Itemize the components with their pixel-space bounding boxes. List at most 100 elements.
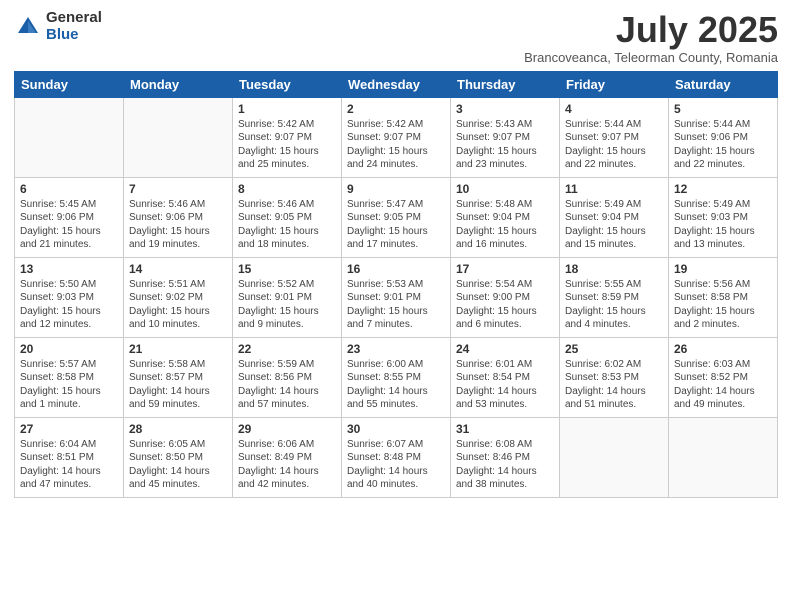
calendar-cell: 11 Sunrise: 5:49 AM Sunset: 9:04 PM Dayli… — [560, 177, 669, 257]
weekday-header-monday: Monday — [124, 71, 233, 97]
day-detail: Sunrise: 6:08 AM Sunset: 8:46 PM Dayligh… — [456, 438, 554, 492]
day-detail: Sunrise: 5:44 AM Sunset: 9:07 PM Dayligh… — [565, 118, 663, 172]
day-number: 11 — [565, 182, 663, 196]
calendar-week-3: 13Sunrise: 5:50 AM Sunset: 9:03 PM Dayli… — [15, 257, 778, 337]
calendar-cell — [124, 97, 233, 177]
day-number: 27 — [20, 422, 118, 436]
day-detail: Sunrise: 5:45 AM Sunset: 9:06 PM Dayligh… — [20, 198, 118, 252]
calendar-cell: 4 Sunrise: 5:44 AM Sunset: 9:07 PM Daylig… — [560, 97, 669, 177]
calendar-cell: 19 Sunrise: 5:56 AM Sunset: 8:58 PM Dayli… — [669, 257, 778, 337]
day-number: 1 — [238, 102, 336, 116]
day-detail: Sunrise: 5:59 AM Sunset: 8:56 PM Dayligh… — [238, 358, 336, 412]
day-detail: Sunrise: 6:00 AM Sunset: 8:55 PM Dayligh… — [347, 358, 445, 412]
day-detail: Sunrise: 5:54 AM Sunset: 9:00 PM Dayligh… — [456, 278, 554, 332]
page-header: General Blue July 2025 Brancoveanca, Tel… — [14, 10, 778, 65]
logo-blue: Blue — [46, 27, 102, 44]
calendar-cell — [669, 417, 778, 497]
day-number: 5 — [674, 102, 772, 116]
calendar-cell: 23 Sunrise: 6:00 AM Sunset: 8:55 PM Dayli… — [342, 337, 451, 417]
calendar-cell — [15, 97, 124, 177]
calendar-cell: 1 Sunrise: 5:42 AM Sunset: 9:07 PM Daylig… — [233, 97, 342, 177]
title-block: July 2025 Brancoveanca, Teleorman County… — [524, 10, 778, 65]
day-number: 23 — [347, 342, 445, 356]
location: Brancoveanca, Teleorman County, Romania — [524, 50, 778, 65]
day-detail: Sunrise: 6:04 AM Sunset: 8:51 PM Dayligh… — [20, 438, 118, 492]
day-number: 26 — [674, 342, 772, 356]
day-detail: Sunrise: 6:03 AM Sunset: 8:52 PM Dayligh… — [674, 358, 772, 412]
day-detail: Sunrise: 5:43 AM Sunset: 9:07 PM Dayligh… — [456, 118, 554, 172]
calendar-cell: 22 Sunrise: 5:59 AM Sunset: 8:56 PM Dayli… — [233, 337, 342, 417]
day-number: 6 — [20, 182, 118, 196]
day-number: 31 — [456, 422, 554, 436]
calendar-cell: 24 Sunrise: 6:01 AM Sunset: 8:54 PM Dayli… — [451, 337, 560, 417]
day-detail: Sunrise: 5:57 AM Sunset: 8:58 PM Dayligh… — [20, 358, 118, 412]
calendar-cell: 30Sunrise: 6:07 AM Sunset: 8:48 PM Dayli… — [342, 417, 451, 497]
day-detail: Sunrise: 5:58 AM Sunset: 8:57 PM Dayligh… — [129, 358, 227, 412]
day-number: 19 — [674, 262, 772, 276]
calendar-week-4: 20Sunrise: 5:57 AM Sunset: 8:58 PM Dayli… — [15, 337, 778, 417]
weekday-header-tuesday: Tuesday — [233, 71, 342, 97]
calendar-cell: 26 Sunrise: 6:03 AM Sunset: 8:52 PM Dayli… — [669, 337, 778, 417]
day-number: 4 — [565, 102, 663, 116]
day-number: 10 — [456, 182, 554, 196]
day-detail: Sunrise: 5:55 AM Sunset: 8:59 PM Dayligh… — [565, 278, 663, 332]
day-detail: Sunrise: 5:42 AM Sunset: 9:07 PM Dayligh… — [238, 118, 336, 172]
calendar-cell — [560, 417, 669, 497]
calendar-cell: 8 Sunrise: 5:46 AM Sunset: 9:05 PM Daylig… — [233, 177, 342, 257]
day-number: 7 — [129, 182, 227, 196]
day-detail: Sunrise: 6:06 AM Sunset: 8:49 PM Dayligh… — [238, 438, 336, 492]
day-number: 21 — [129, 342, 227, 356]
day-detail: Sunrise: 5:46 AM Sunset: 9:05 PM Dayligh… — [238, 198, 336, 252]
weekday-header-friday: Friday — [560, 71, 669, 97]
day-number: 25 — [565, 342, 663, 356]
logo: General Blue — [14, 10, 102, 43]
calendar-cell: 31 Sunrise: 6:08 AM Sunset: 8:46 PM Dayli… — [451, 417, 560, 497]
calendar-cell: 6 Sunrise: 5:45 AM Sunset: 9:06 PM Daylig… — [15, 177, 124, 257]
weekday-header-sunday: Sunday — [15, 71, 124, 97]
calendar-cell: 18 Sunrise: 5:55 AM Sunset: 8:59 PM Dayli… — [560, 257, 669, 337]
day-detail: Sunrise: 5:56 AM Sunset: 8:58 PM Dayligh… — [674, 278, 772, 332]
calendar-cell: 12Sunrise: 5:49 AM Sunset: 9:03 PM Dayli… — [669, 177, 778, 257]
weekday-header-wednesday: Wednesday — [342, 71, 451, 97]
day-number: 8 — [238, 182, 336, 196]
day-detail: Sunrise: 5:48 AM Sunset: 9:04 PM Dayligh… — [456, 198, 554, 252]
calendar-week-2: 6 Sunrise: 5:45 AM Sunset: 9:06 PM Daylig… — [15, 177, 778, 257]
calendar-cell: 7Sunrise: 5:46 AM Sunset: 9:06 PM Daylig… — [124, 177, 233, 257]
calendar-cell: 9 Sunrise: 5:47 AM Sunset: 9:05 PM Daylig… — [342, 177, 451, 257]
day-number: 2 — [347, 102, 445, 116]
day-detail: Sunrise: 5:49 AM Sunset: 9:04 PM Dayligh… — [565, 198, 663, 252]
day-number: 9 — [347, 182, 445, 196]
page-container: General Blue July 2025 Brancoveanca, Tel… — [0, 0, 792, 506]
day-number: 17 — [456, 262, 554, 276]
day-detail: Sunrise: 5:50 AM Sunset: 9:03 PM Dayligh… — [20, 278, 118, 332]
day-detail: Sunrise: 5:51 AM Sunset: 9:02 PM Dayligh… — [129, 278, 227, 332]
day-number: 18 — [565, 262, 663, 276]
calendar-cell: 28Sunrise: 6:05 AM Sunset: 8:50 PM Dayli… — [124, 417, 233, 497]
calendar-table: SundayMondayTuesdayWednesdayThursdayFrid… — [14, 71, 778, 498]
calendar-cell: 3 Sunrise: 5:43 AM Sunset: 9:07 PM Daylig… — [451, 97, 560, 177]
day-number: 24 — [456, 342, 554, 356]
day-detail: Sunrise: 5:52 AM Sunset: 9:01 PM Dayligh… — [238, 278, 336, 332]
calendar-cell: 17 Sunrise: 5:54 AM Sunset: 9:00 PM Dayli… — [451, 257, 560, 337]
weekday-header-saturday: Saturday — [669, 71, 778, 97]
calendar-cell: 16Sunrise: 5:53 AM Sunset: 9:01 PM Dayli… — [342, 257, 451, 337]
day-number: 14 — [129, 262, 227, 276]
month-title: July 2025 — [524, 10, 778, 50]
day-detail: Sunrise: 5:47 AM Sunset: 9:05 PM Dayligh… — [347, 198, 445, 252]
calendar-week-1: 1 Sunrise: 5:42 AM Sunset: 9:07 PM Daylig… — [15, 97, 778, 177]
day-number: 22 — [238, 342, 336, 356]
calendar-header-row: SundayMondayTuesdayWednesdayThursdayFrid… — [15, 71, 778, 97]
day-number: 12 — [674, 182, 772, 196]
weekday-header-thursday: Thursday — [451, 71, 560, 97]
day-number: 3 — [456, 102, 554, 116]
day-number: 15 — [238, 262, 336, 276]
calendar-cell: 14 Sunrise: 5:51 AM Sunset: 9:02 PM Dayli… — [124, 257, 233, 337]
calendar-cell: 2Sunrise: 5:42 AM Sunset: 9:07 PM Daylig… — [342, 97, 451, 177]
calendar-cell: 20Sunrise: 5:57 AM Sunset: 8:58 PM Dayli… — [15, 337, 124, 417]
calendar-cell: 5 Sunrise: 5:44 AM Sunset: 9:06 PM Daylig… — [669, 97, 778, 177]
day-number: 30 — [347, 422, 445, 436]
calendar-week-5: 27 Sunrise: 6:04 AM Sunset: 8:51 PM Dayli… — [15, 417, 778, 497]
day-detail: Sunrise: 6:01 AM Sunset: 8:54 PM Dayligh… — [456, 358, 554, 412]
logo-text: General Blue — [46, 10, 102, 43]
day-detail: Sunrise: 5:44 AM Sunset: 9:06 PM Dayligh… — [674, 118, 772, 172]
